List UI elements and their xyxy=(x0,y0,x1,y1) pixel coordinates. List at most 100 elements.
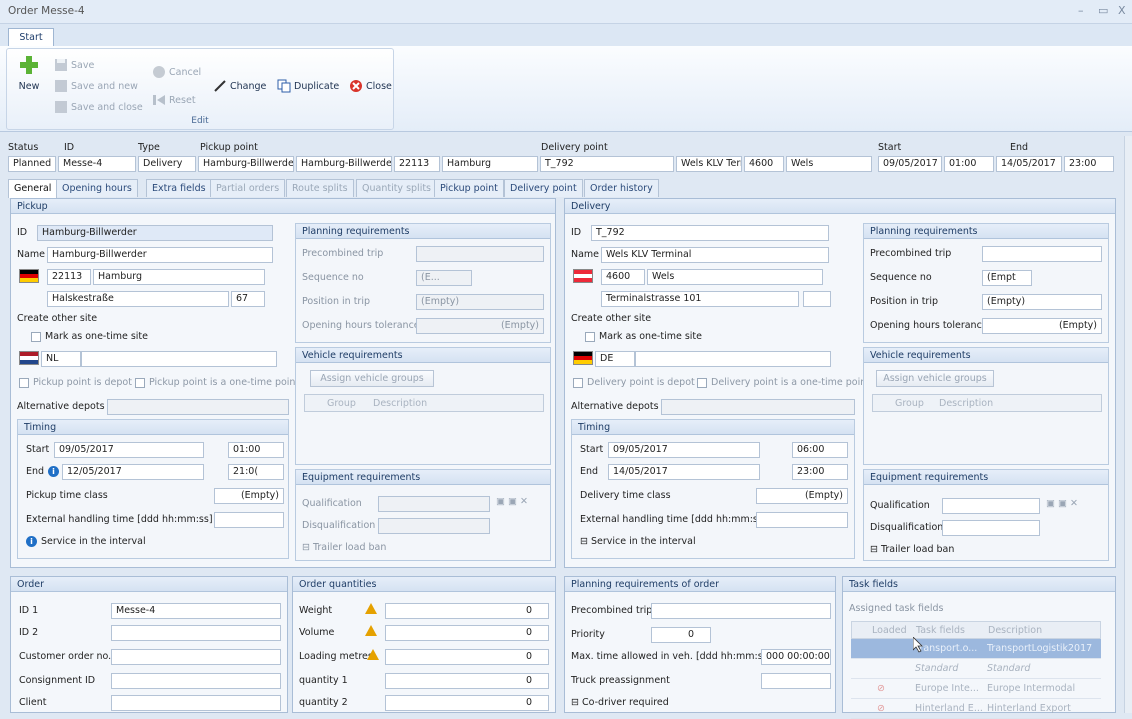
delivery-alt-depots-select[interactable] xyxy=(661,399,855,415)
task-row[interactable]: ⊘ Europe Inte... Europe Intermodal xyxy=(851,679,1101,699)
change-button[interactable]: Change xyxy=(213,79,266,93)
delivery-end-date-input[interactable]: 14/05/2017 xyxy=(608,464,760,480)
pickup-assign-vehicle-button[interactable]: Assign vehicle groups xyxy=(310,370,434,387)
delivery-disqualification-input[interactable] xyxy=(942,520,1040,536)
weight-input[interactable]: 0 xyxy=(385,603,549,619)
pickup-position-select[interactable]: (Empty) xyxy=(416,294,544,310)
delivery-is-one-time-checkbox[interactable]: Delivery point is a one-time point xyxy=(697,377,870,388)
delivery-time-class-select[interactable]: (Empty) xyxy=(756,488,848,504)
tab-quantity-splits[interactable]: Quantity splits xyxy=(356,179,438,197)
pickup-street-input[interactable]: Halskestraße xyxy=(47,291,229,307)
ribbon-tab-start[interactable]: Start xyxy=(8,28,54,47)
pickup-zip-input[interactable]: 22113 xyxy=(47,269,91,285)
pickup-trailer-load-ban[interactable]: ⊟ Trailer load ban xyxy=(302,542,386,553)
delivery-name-input[interactable]: Wels KLV Terminal xyxy=(601,247,829,263)
minimize-button[interactable]: – xyxy=(1078,4,1084,17)
delivery-one-time-checkbox[interactable]: Mark as one-time site xyxy=(585,331,702,342)
client-input[interactable] xyxy=(111,695,281,711)
pickup-time-class-select[interactable]: (Empty) xyxy=(214,488,284,504)
delivery-end-time-input[interactable]: 23:00 xyxy=(792,464,848,480)
pickup-sequence-input[interactable]: (E... xyxy=(416,270,472,286)
codriver-toggle[interactable]: ⊟ Co-driver required xyxy=(571,697,669,708)
pickup-start-date-input[interactable]: 09/05/2017 xyxy=(54,442,204,458)
delivery-country-select[interactable]: DE xyxy=(595,351,635,367)
close-window-button[interactable]: X xyxy=(1118,4,1126,17)
delivery-sequence-input[interactable]: (Empt xyxy=(982,270,1032,286)
pickup-city-input[interactable]: Hamburg xyxy=(93,269,265,285)
delivery-trailer-load-ban[interactable]: ⊟ Trailer load ban xyxy=(870,544,954,555)
tab-opening-hours[interactable]: Opening hours xyxy=(56,179,138,197)
vertical-scrollbar[interactable] xyxy=(1124,136,1132,713)
start-time-field[interactable]: 01:00 xyxy=(944,156,994,172)
pickup-disqualification-input[interactable] xyxy=(378,518,490,534)
pickup-is-one-time-checkbox[interactable]: Pickup point is a one-time point xyxy=(135,377,299,388)
pickup-ext-handling-input[interactable] xyxy=(214,512,284,528)
delivery-ext-handling-input[interactable] xyxy=(756,512,848,528)
start-date-field[interactable]: 09/05/2017 xyxy=(878,156,942,172)
truck-preassignment-input[interactable] xyxy=(761,673,831,689)
delivery-start-time-input[interactable]: 06:00 xyxy=(792,442,848,458)
pickup-country-select[interactable]: NL xyxy=(41,351,81,367)
delivery-number-input[interactable] xyxy=(803,291,831,307)
delivery-id-input[interactable]: T_792 xyxy=(591,225,829,241)
delivery-city-input[interactable]: Wels xyxy=(647,269,823,285)
delivery-street-input[interactable]: Terminalstrasse 101 xyxy=(601,291,799,307)
delivery-start-date-input[interactable]: 09/05/2017 xyxy=(608,442,760,458)
delivery-is-depot-checkbox[interactable]: Delivery point is depot xyxy=(573,377,695,388)
task-row[interactable]: Standard Standard xyxy=(851,659,1101,679)
tab-partial-orders[interactable]: Partial orders xyxy=(210,179,286,197)
pickup-end-time-input[interactable]: 21:0( xyxy=(228,464,284,480)
pickup-alt-depots-select[interactable] xyxy=(107,399,289,415)
delivery-qual-add-icon[interactable]: ▣ ▣ ✕ xyxy=(1046,498,1078,509)
cancel-button[interactable]: Cancel xyxy=(152,65,201,79)
end-time-field[interactable]: 23:00 xyxy=(1064,156,1114,172)
pickup-start-time-input[interactable]: 01:00 xyxy=(228,442,284,458)
pickup-site-select[interactable] xyxy=(81,351,277,367)
save-and-new-button[interactable]: Save and new xyxy=(54,79,138,93)
pickup-name-input[interactable]: Hamburg-Billwerder xyxy=(47,247,273,263)
delivery-position-select[interactable]: (Empty) xyxy=(982,294,1102,310)
quantity-1-input[interactable]: 0 xyxy=(385,673,549,689)
order-id1-input[interactable]: Messe-4 xyxy=(111,603,281,619)
pickup-id-input[interactable]: Hamburg-Billwerder xyxy=(37,225,273,241)
reset-button[interactable]: Reset xyxy=(152,93,196,107)
tab-pickup-point[interactable]: Pickup point xyxy=(434,179,504,197)
loading-metres-input[interactable]: 0 xyxy=(385,649,549,665)
tab-extra-fields[interactable]: Extra fields xyxy=(146,179,212,197)
delivery-assign-vehicle-button[interactable]: Assign vehicle groups xyxy=(876,370,994,387)
pickup-one-time-checkbox[interactable]: Mark as one-time site xyxy=(31,331,148,342)
delivery-service-toggle[interactable]: ⊟ Service in the interval xyxy=(580,536,696,547)
task-row[interactable]: ⊘ Hinterland E... Hinterland Export xyxy=(851,699,1101,719)
order-precombined-input[interactable] xyxy=(651,603,831,619)
max-time-input[interactable]: 000 00:00:00 xyxy=(761,649,831,665)
duplicate-button[interactable]: Duplicate xyxy=(277,79,339,93)
tab-general[interactable]: General xyxy=(8,179,58,198)
priority-input[interactable]: 0 xyxy=(651,627,711,643)
pickup-tolerance-input[interactable]: (Empty) xyxy=(416,318,544,334)
pickup-service-toggle[interactable]: i Service in the interval xyxy=(26,536,146,547)
delivery-qualification-input[interactable] xyxy=(942,498,1040,514)
new-button[interactable]: New xyxy=(14,54,44,92)
delivery-zip-input[interactable]: 4600 xyxy=(601,269,645,285)
pickup-qualification-input[interactable] xyxy=(378,496,490,512)
save-button[interactable]: Save xyxy=(54,58,94,72)
pickup-qual-add-icon[interactable]: ▣ ▣ ✕ xyxy=(496,496,528,507)
tab-delivery-point[interactable]: Delivery point xyxy=(504,179,583,197)
delivery-site-select[interactable] xyxy=(635,351,831,367)
customer-order-input[interactable] xyxy=(111,649,281,665)
delivery-precombined-input[interactable] xyxy=(982,246,1102,262)
quantity-2-input[interactable]: 0 xyxy=(385,695,549,711)
pickup-end-date-input[interactable]: 12/05/2017 xyxy=(62,464,204,480)
consignment-id-input[interactable] xyxy=(111,673,281,689)
maximize-button[interactable]: ▭ xyxy=(1098,4,1108,17)
volume-input[interactable]: 0 xyxy=(385,625,549,641)
pickup-is-depot-checkbox[interactable]: Pickup point is depot xyxy=(19,377,132,388)
pickup-precombined-input[interactable] xyxy=(416,246,544,262)
end-date-field[interactable]: 14/05/2017 xyxy=(996,156,1062,172)
save-and-close-button[interactable]: Save and close xyxy=(54,100,143,114)
order-id2-input[interactable] xyxy=(111,625,281,641)
close-button[interactable]: Close xyxy=(349,79,392,93)
tab-route-splits[interactable]: Route splits xyxy=(286,179,354,197)
tab-order-history[interactable]: Order history xyxy=(584,179,659,197)
pickup-number-input[interactable]: 67 xyxy=(231,291,265,307)
